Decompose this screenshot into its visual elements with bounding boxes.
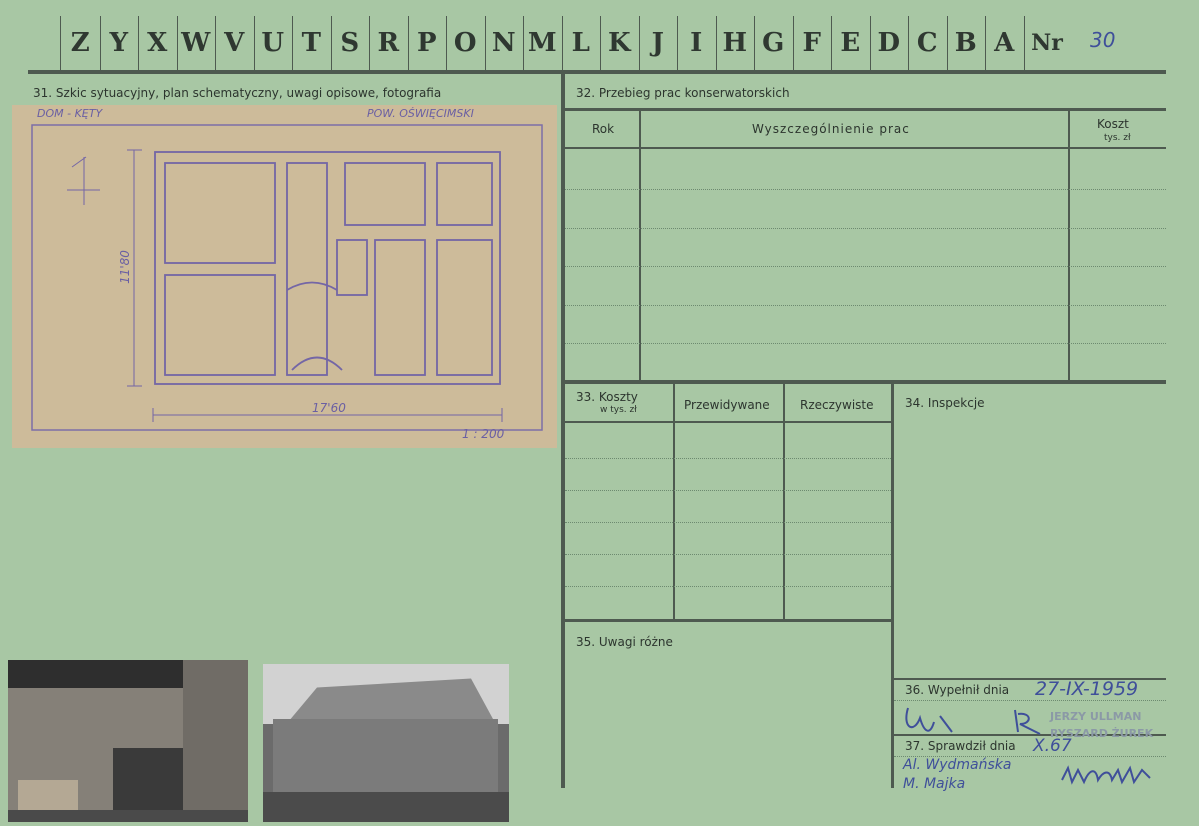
header-letter: Y [109, 28, 129, 58]
checked-date: X.67 [1033, 736, 1072, 756]
header-letter: L [571, 28, 590, 58]
table33-dotted-line [565, 554, 891, 555]
header-letter: H [722, 28, 748, 58]
sketch-title-right: POW. OŚWIĘCIMSKI [367, 107, 474, 120]
table33-dotted-line [565, 522, 891, 523]
header-letter: W [181, 28, 211, 58]
col-planned-header: Przewidywane [684, 398, 770, 412]
table33-dotted-line [565, 490, 891, 491]
section-31-label: 31. Szkic sytuacyjny, plan schematyczny,… [33, 86, 442, 100]
table32-top-rule [565, 108, 1166, 111]
section-36-dotted-line [894, 700, 1166, 701]
header-letter: N [491, 28, 516, 58]
section-34-left-rule [891, 384, 894, 788]
table33-col-rule-2 [783, 384, 785, 620]
building-photo-1 [8, 660, 248, 822]
table32-col-rule-2 [1068, 110, 1070, 380]
table32-dotted-line [565, 304, 1166, 306]
table33-col-rule-1 [673, 384, 675, 620]
table32-dotted-line [565, 266, 1166, 267]
header-letter: F [802, 28, 821, 58]
filler-signature [905, 707, 1041, 735]
table33-dotted-line [565, 458, 891, 459]
stamp-name-1: JERZY ULLMAN [1050, 710, 1142, 723]
table32-header-rule [565, 147, 1166, 149]
nr-value: 30 [1090, 28, 1116, 52]
sketch-vertical-dimension: 11'80 [117, 250, 132, 284]
table32-dotted-line [565, 343, 1166, 344]
header-bottom-rule [28, 70, 1166, 74]
header-letter: A [994, 28, 1015, 58]
nr-label: Nr [1031, 30, 1063, 56]
header-letter: M [527, 28, 557, 58]
section-33-top-rule [565, 380, 1166, 384]
floor-plan-drawing [31, 124, 543, 431]
header-letter: D [877, 28, 901, 58]
checked-names: Al. Wydmańska M. Majka [903, 757, 1012, 792]
section-36-label: 36. Wypełnił dnia [905, 683, 1010, 697]
col-rok-header: Rok [592, 122, 615, 136]
col-cost-header: Koszt [1097, 117, 1129, 131]
table32-dotted-line [565, 189, 1166, 190]
building-photo-2 [263, 664, 509, 822]
header-letter: R [377, 28, 400, 58]
header-letter: V [224, 28, 245, 58]
strip-left-rule [60, 16, 61, 72]
col-actual-header: Rzeczywiste [800, 398, 874, 412]
main-divider [561, 74, 565, 788]
table32-col-rule-1 [639, 110, 641, 380]
table32-dotted-line [565, 227, 1166, 229]
header-letter: X [147, 28, 168, 58]
header-letter: B [954, 28, 977, 58]
section-33-label: 33. Koszty [576, 390, 638, 404]
table33-dotted-line [565, 586, 891, 587]
header-letter: T [301, 28, 321, 58]
record-card: ZYXWVUTSRPONMLKJIHGFEDCBA Nr 30 31. Szki… [0, 0, 1199, 826]
floor-plan-sketch: DOM - KĘTY POW. OŚWIĘCIMSKI 11'80 17'60 … [12, 105, 557, 448]
section-34-label: 34. Inspekcje [905, 396, 985, 410]
header-letter: O [453, 28, 477, 58]
section-33-unit: w tys. zł [600, 405, 637, 415]
header-letter: I [690, 28, 703, 58]
header-letter: U [261, 28, 285, 58]
section-35-label: 35. Uwagi różne [576, 635, 673, 649]
header-letter: Z [70, 28, 90, 58]
sketch-scale: 1 : 200 [462, 427, 505, 441]
header-letter: K [607, 28, 631, 58]
header-letter: C [916, 28, 938, 58]
header-letter: E [840, 28, 861, 58]
section-32-label: 32. Przebieg prac konserwatorskich [576, 86, 790, 100]
header-letter: J [651, 28, 664, 58]
sketch-horizontal-dimension: 17'60 [312, 401, 346, 415]
header-letter: P [416, 28, 437, 58]
col-desc-header: Wyszczególnienie prac [752, 122, 910, 136]
section-37-label: 37. Sprawdził dnia [905, 739, 1016, 753]
col-cost-unit: tys. zł [1104, 133, 1131, 143]
header-letter: S [340, 28, 360, 58]
sketch-title-left: DOM - KĘTY [37, 107, 103, 120]
filled-date: 27-IX-1959 [1035, 678, 1139, 700]
table33-header-rule [565, 421, 891, 423]
section-35-top-rule [565, 619, 891, 622]
checker-signature [1061, 765, 1151, 785]
header-letter: G [762, 28, 785, 58]
